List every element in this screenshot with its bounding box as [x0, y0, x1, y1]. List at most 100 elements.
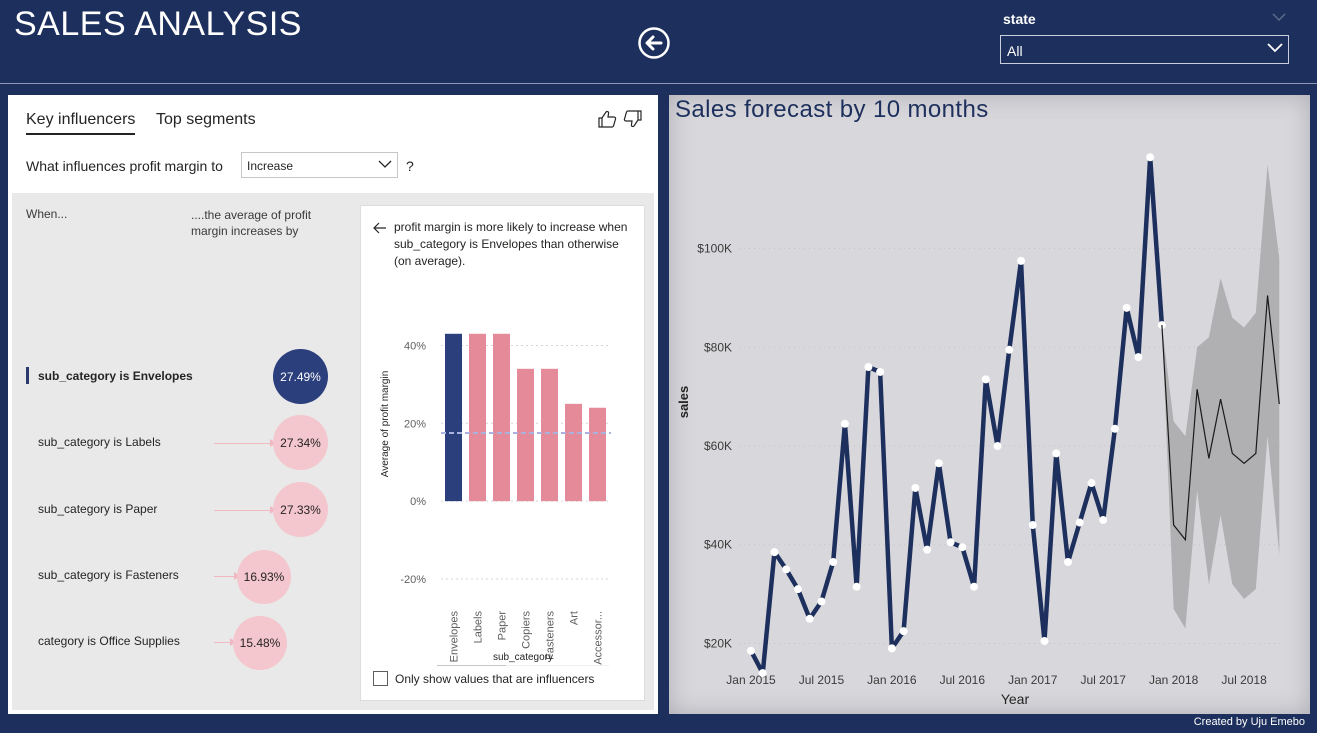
data-point [1146, 153, 1155, 162]
influencer-row-fasteners[interactable]: sub_category is Fasteners 16.93% [12, 548, 352, 604]
bar [589, 407, 606, 502]
header-divider [0, 83, 1317, 84]
x-tick-label: Art [569, 611, 581, 625]
data-point [923, 545, 932, 554]
influencer-label: sub_category is Fasteners [38, 568, 179, 582]
checkbox[interactable] [373, 671, 388, 687]
influencer-detail-card: profit margin is more likely to increase… [360, 205, 645, 701]
data-point [958, 543, 967, 552]
x-tick-label: Jul 2018 [1221, 673, 1267, 687]
data-point [1005, 345, 1014, 354]
x-tick-label: Accessor... [593, 611, 605, 665]
data-point [817, 597, 826, 606]
when-header: When... [26, 207, 68, 221]
y-tick-label: $80K [704, 340, 732, 354]
y-tick-label: 20% [404, 418, 426, 430]
data-point [934, 459, 943, 468]
data-point [899, 627, 908, 636]
influencer-row-envelopes[interactable]: sub_category is Envelopes 27.49% [12, 349, 352, 405]
bar [541, 368, 558, 502]
data-point [770, 548, 779, 557]
thumbs-up-icon[interactable] [597, 110, 617, 128]
data-point [1017, 256, 1026, 265]
bar [493, 333, 510, 502]
question-text: What influences profit margin to [26, 158, 223, 174]
data-point [747, 646, 755, 655]
y-axis-label: sales [676, 386, 691, 419]
data-point [1040, 636, 1049, 645]
bar [469, 333, 486, 502]
x-tick-label: Jul 2016 [940, 673, 986, 687]
x-tick-label: Jan 2016 [867, 673, 917, 687]
influencer-bubble: 27.34% [273, 415, 328, 470]
influencer-row-labels[interactable]: sub_category is Labels 27.34% [12, 415, 352, 471]
y-axis-label: Average of profit margin [380, 371, 391, 478]
influence-direction-dropdown[interactable]: Increase [241, 152, 398, 178]
y-tick-label: 0% [410, 496, 426, 508]
influencer-label: category is Office Supplies [38, 634, 180, 648]
y-tick-label: $40K [704, 538, 732, 552]
x-tick-label: Jul 2017 [1081, 673, 1127, 687]
influence-direction-value: Increase [247, 159, 294, 173]
back-arrow-circle-icon[interactable] [637, 26, 671, 60]
only-influencers-checkbox[interactable]: Only show values that are influencers [373, 671, 594, 687]
data-point [981, 375, 990, 384]
influencers-area: When... ....the average of profit margin… [12, 193, 654, 710]
x-tick-label: Jan 2018 [1149, 673, 1199, 687]
scrollbar-thumb [437, 665, 506, 666]
y-tick-label: $20K [704, 636, 732, 650]
x-tick-label: Jul 2015 [799, 673, 845, 687]
tab-key-influencers[interactable]: Key influencers [26, 111, 136, 135]
data-point [1122, 303, 1131, 312]
data-point [1063, 558, 1072, 567]
y-tick-label: 40% [404, 340, 426, 352]
influencer-detail-text: profit margin is more likely to increase… [394, 220, 628, 268]
data-point [970, 582, 979, 591]
y-tick-label: $60K [704, 439, 732, 453]
data-point [1075, 518, 1084, 527]
bar [445, 333, 462, 502]
sales-forecast-line-chart: $100K $80K $60K $40K $20K sales Jan 2015 Jul 20… [676, 153, 1284, 707]
arrow-left-icon[interactable] [373, 222, 387, 234]
avg-increase-header: ....the average of profit margin increas… [191, 208, 312, 238]
y-tick-label: -20% [400, 574, 426, 586]
x-tick-label: Envelopes [449, 611, 461, 663]
data-point [1134, 353, 1143, 362]
data-point [887, 644, 896, 653]
influencer-connector [214, 576, 236, 577]
influencer-label: sub_category is Envelopes [38, 369, 193, 383]
data-point [993, 442, 1002, 451]
data-point [793, 585, 802, 594]
data-point [840, 419, 849, 428]
sales-line [749, 155, 1165, 676]
bar [517, 368, 534, 502]
data-point [852, 582, 861, 591]
state-filter-dropdown[interactable]: All [1000, 35, 1289, 64]
influencer-connector [214, 510, 272, 511]
thumbs-down-icon[interactable] [623, 110, 643, 128]
x-tick-label: Copiers [521, 611, 533, 649]
question-mark: ? [406, 158, 414, 174]
chart-title: Sales forecast by 10 months [675, 96, 989, 123]
state-filter-value: All [1007, 43, 1023, 59]
chevron-down-icon[interactable] [1272, 12, 1286, 22]
confidence-band [1161, 164, 1280, 629]
key-influencers-visual: Key influencers Top segments What influe… [8, 95, 658, 714]
tab-top-segments[interactable]: Top segments [156, 111, 256, 129]
influencer-row-paper[interactable]: sub_category is Paper 27.33% [12, 482, 352, 538]
data-point [1099, 516, 1108, 525]
influencer-row-office-supplies[interactable]: category is Office Supplies 15.48% [12, 614, 352, 670]
selected-marker [26, 367, 29, 384]
x-axis-label: sub_category [493, 652, 553, 663]
data-point [1087, 479, 1096, 488]
y-tick-label: $100K [697, 242, 732, 256]
profit-margin-bar-chart: 40% 20% 0% -20% Average of profit margin Enve… [380, 333, 611, 666]
influencer-bubble: 27.49% [273, 349, 328, 404]
influencer-label: sub_category is Labels [38, 435, 161, 449]
data-point [876, 367, 885, 376]
sales-forecast-visual: $100K $80K $60K $40K $20K sales Jan 2015 Jul 20… [669, 95, 1310, 714]
chevron-down-icon [378, 160, 392, 168]
data-point [946, 538, 955, 547]
x-tick-label: Paper [497, 611, 509, 641]
data-point [911, 483, 920, 492]
